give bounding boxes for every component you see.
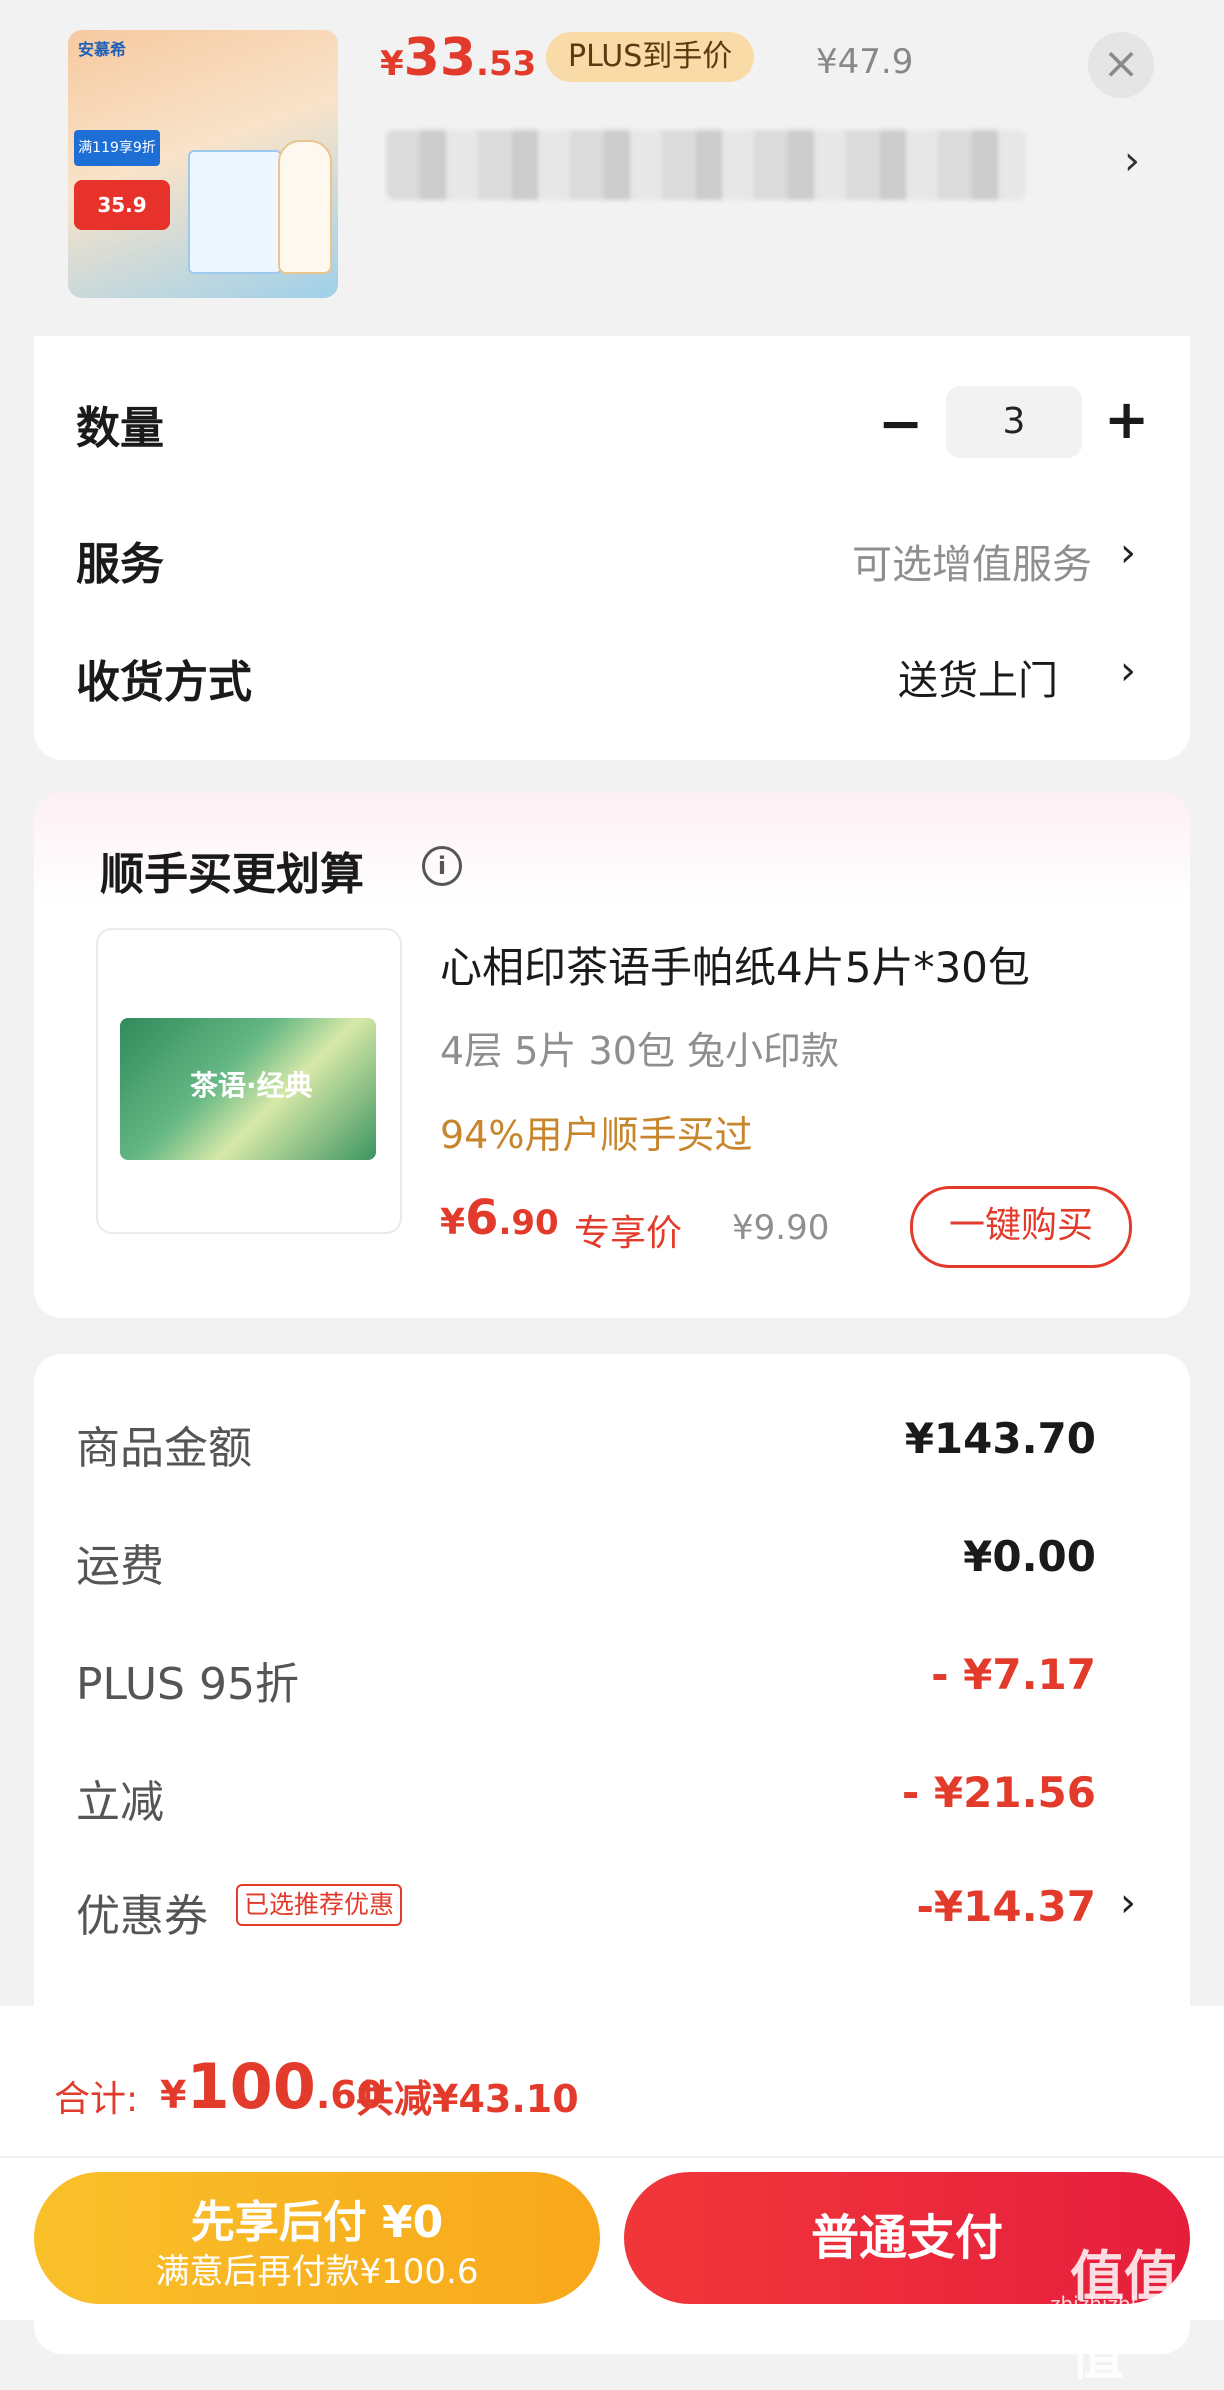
- quantity-input[interactable]: 3: [946, 386, 1082, 458]
- product-thumbnail[interactable]: 安慕希 满119享9折 35.9: [68, 30, 338, 298]
- delivery-value[interactable]: 送货上门: [898, 648, 1058, 706]
- pay-later-button[interactable]: 先享后付 ¥0 满意后再付款¥100.6: [34, 2172, 600, 2304]
- service-label: 服务: [76, 539, 164, 590]
- total-price: ¥100.60: [160, 2050, 384, 2123]
- product-price: ¥33.53: [380, 28, 537, 88]
- yogurt-bottle-image: [278, 140, 332, 274]
- info-icon[interactable]: i: [422, 846, 462, 886]
- chevron-right-icon[interactable]: ›: [1120, 530, 1136, 576]
- coupon-value[interactable]: -¥14.37: [916, 1882, 1096, 1931]
- exclusive-price-tag: 专享价: [574, 1213, 683, 1254]
- quantity-label: 数量: [76, 403, 164, 454]
- recommend-price: ¥6.90: [440, 1190, 559, 1246]
- summary-value: ¥143.70: [904, 1414, 1096, 1463]
- summary-value: - ¥7.17: [931, 1650, 1096, 1699]
- one-click-buy-button[interactable]: 一键购买: [910, 1186, 1132, 1268]
- chevron-right-icon[interactable]: ›: [1120, 648, 1136, 694]
- summary-label: 立减: [76, 1777, 164, 1828]
- close-icon[interactable]: ×: [1088, 32, 1154, 98]
- total-label: 合计:: [54, 2079, 139, 2120]
- plus-price-badge: PLUS到手价: [546, 32, 755, 82]
- thumb-promo-tag: 满119享9折: [74, 130, 160, 166]
- recommend-product-name[interactable]: 心相印茶语手帕纸4片5片*30包: [440, 934, 1030, 995]
- watermark-url: zhizhizhi.com: [1050, 2292, 1186, 2316]
- summary-label: 运费: [76, 1541, 164, 1592]
- yogurt-box-image: [188, 150, 282, 274]
- original-price: ¥47.9: [816, 42, 914, 82]
- coupon-recommended-badge: 已选推荐优惠: [236, 1884, 403, 1926]
- service-value[interactable]: 可选增值服务: [852, 532, 1092, 590]
- delivery-label: 收货方式: [76, 657, 252, 708]
- product-title-blurred[interactable]: [386, 130, 1026, 200]
- chevron-right-icon[interactable]: ›: [1120, 1880, 1136, 1926]
- quantity-plus-button[interactable]: +: [1104, 388, 1149, 451]
- coupon-label: 优惠券: [76, 1891, 208, 1942]
- quantity-minus-button[interactable]: −: [878, 392, 923, 455]
- chevron-right-icon[interactable]: ›: [1124, 138, 1140, 184]
- pay-later-subtitle: 满意后再付款¥100.6: [155, 2252, 479, 2292]
- summary-label: 商品金额: [76, 1423, 252, 1474]
- recommend-product-spec: 4层 5片 30包 兔小印款: [440, 1029, 839, 1073]
- thumb-price-tag: 35.9: [74, 180, 170, 230]
- summary-value: ¥0.00: [963, 1532, 1096, 1581]
- recommend-title: 顺手买更划算: [100, 849, 364, 900]
- recommend-original-price: ¥9.90: [732, 1208, 830, 1248]
- summary-value: - ¥21.56: [901, 1768, 1096, 1817]
- tissue-pack-image: 茶语·经典: [120, 1018, 376, 1160]
- recommend-bought-rate: 94%用户顺手买过: [440, 1113, 753, 1157]
- summary-label: PLUS 95折: [76, 1659, 299, 1710]
- total-saved: 共减¥43.10: [356, 2077, 579, 2121]
- thumb-brand: 安慕希: [78, 40, 127, 59]
- divider: [0, 2156, 1224, 2158]
- pay-later-title: 先享后付 ¥0: [190, 2197, 444, 2248]
